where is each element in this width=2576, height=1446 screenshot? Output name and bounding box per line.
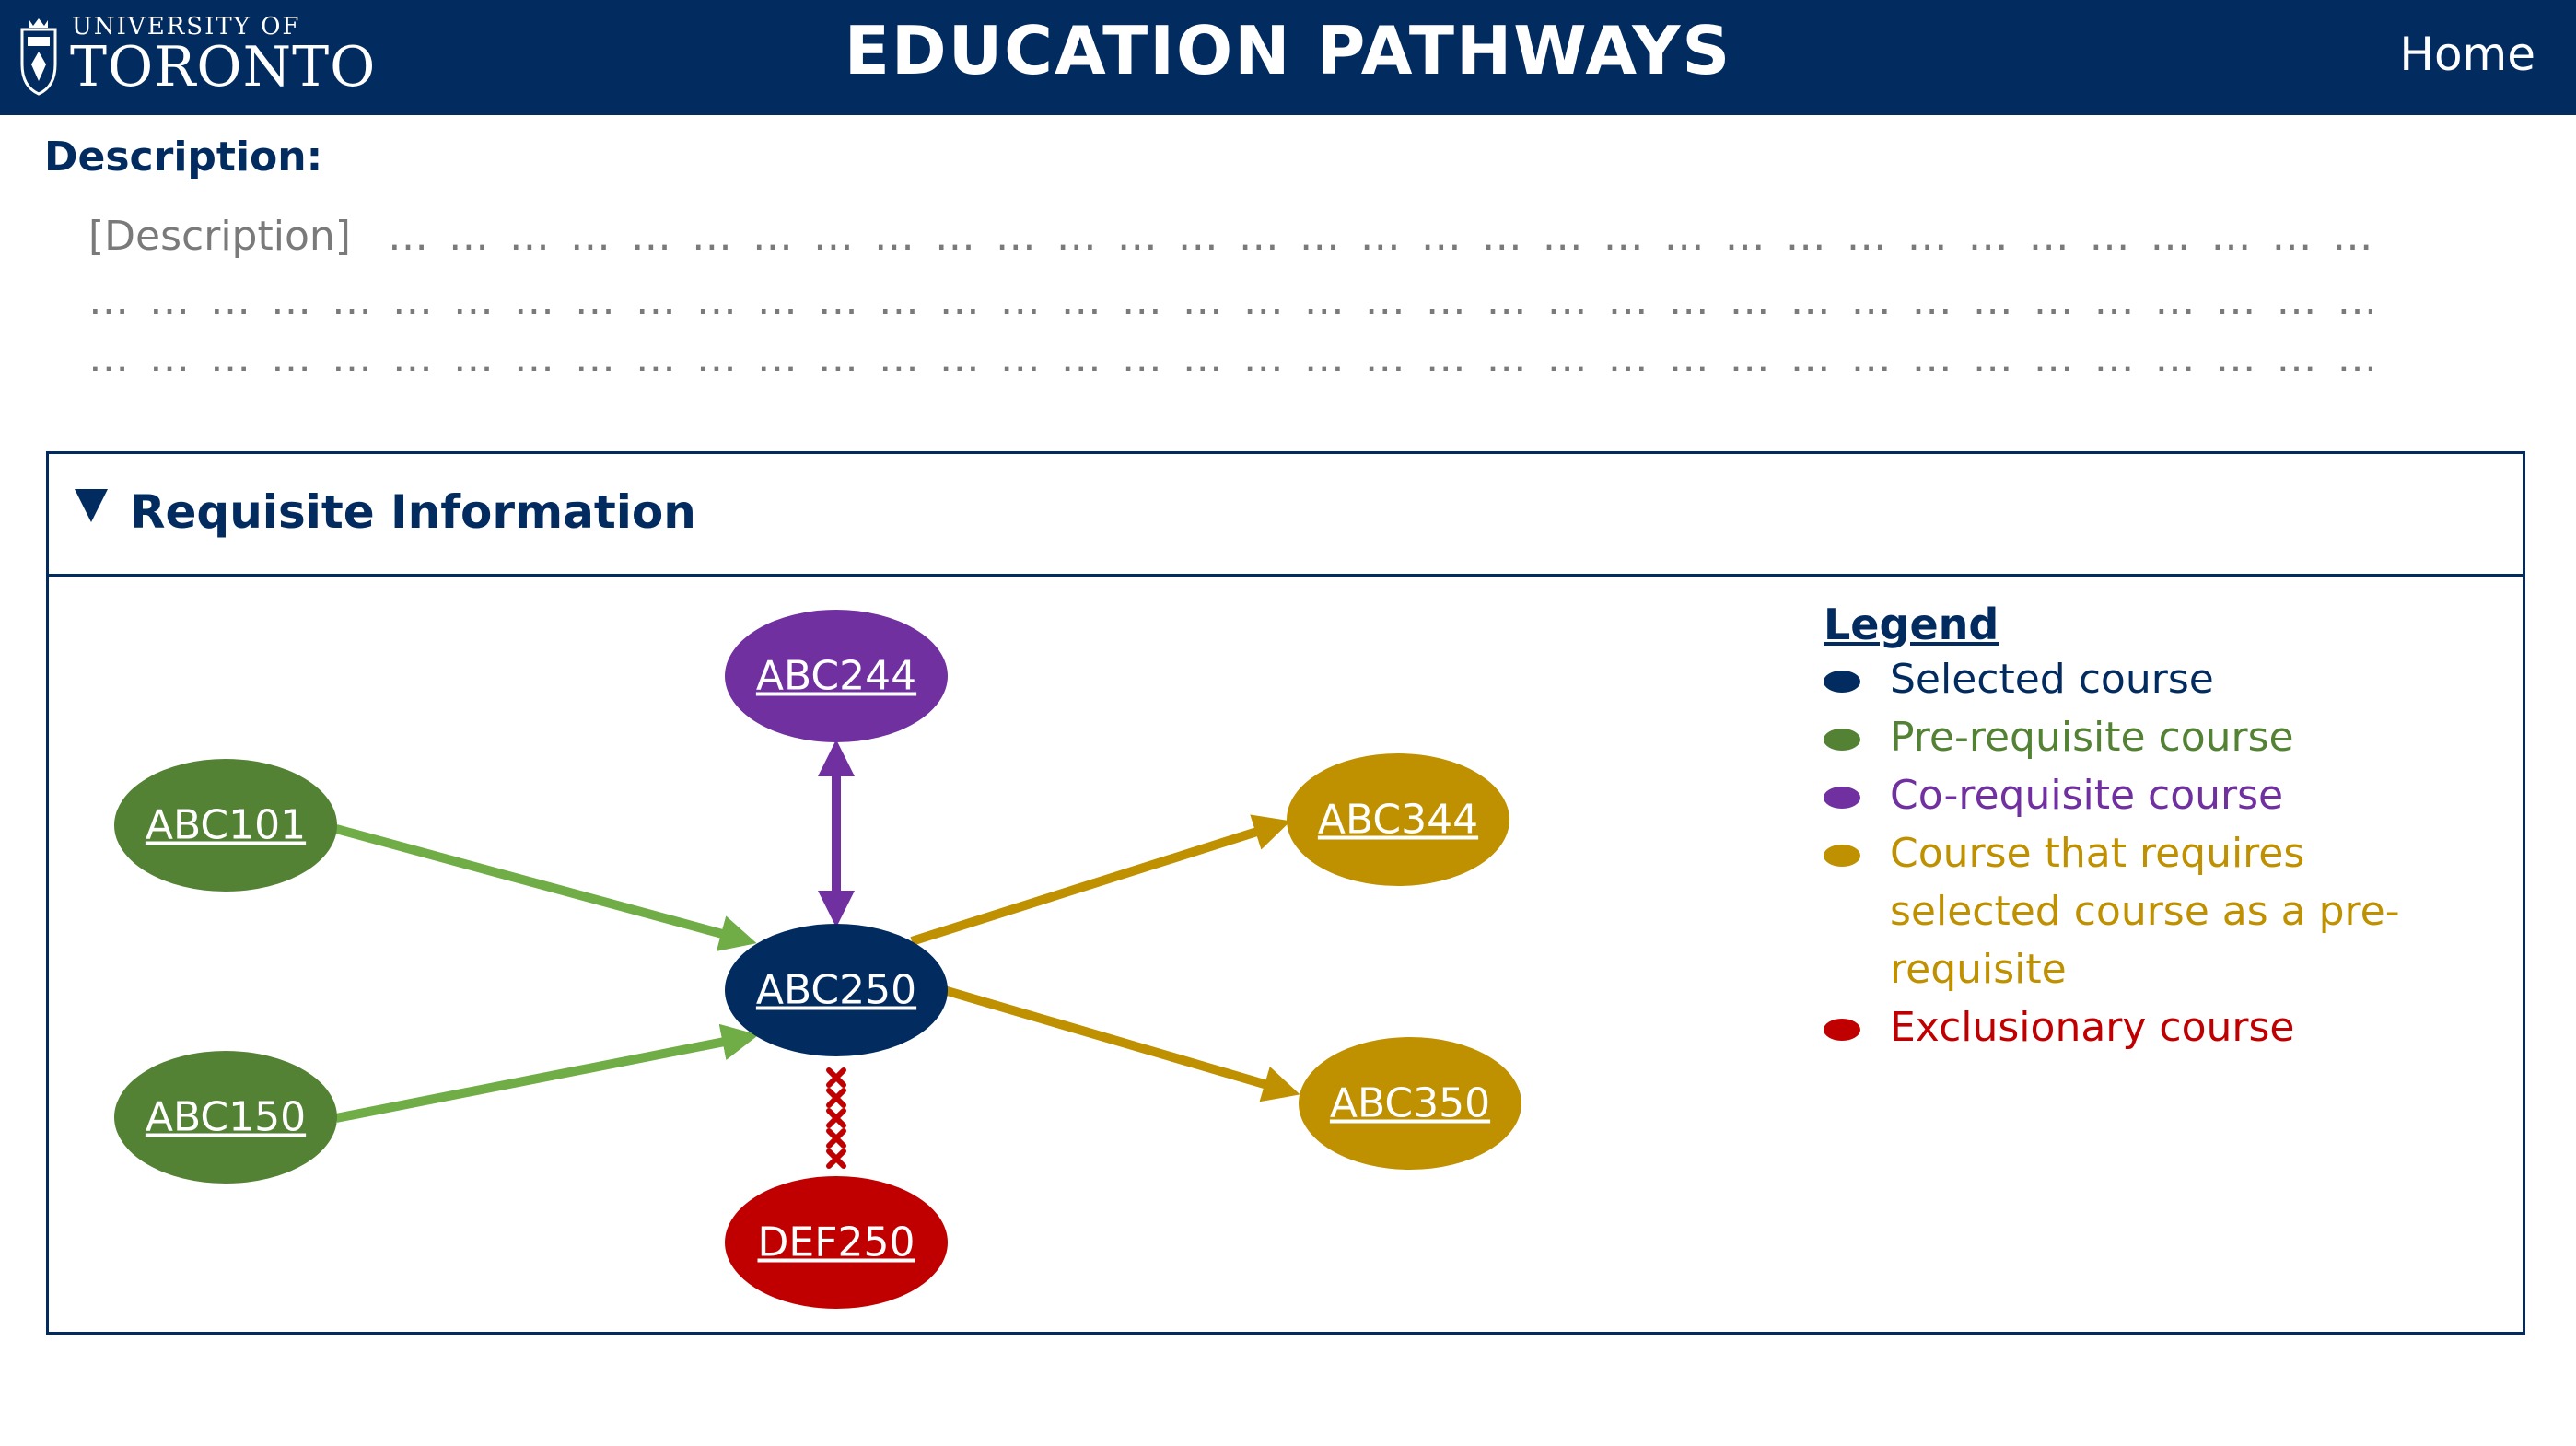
legend-dot-icon	[1824, 1019, 1860, 1041]
edge-abc250-excludes-def250	[826, 1067, 846, 1169]
course-link-abc344[interactable]: ABC344	[1318, 797, 1478, 844]
legend-item-label: Selected course	[1890, 656, 2214, 703]
legend-item-requires-selected: Course that requires selected course as …	[1824, 824, 2479, 998]
course-link-abc250[interactable]: ABC250	[756, 967, 916, 1014]
legend: Legend Selected course Pre-requisite cou…	[1824, 599, 2479, 1056]
course-link-abc350[interactable]: ABC350	[1330, 1080, 1490, 1127]
legend-item-label: Pre-requisite course	[1890, 714, 2294, 761]
edge-abc250-to-abc350	[942, 985, 1300, 1102]
legend-dot-icon	[1824, 729, 1860, 751]
legend-item-label: Co-requisite course	[1890, 772, 2284, 819]
course-link-abc244[interactable]: ABC244	[756, 653, 916, 700]
course-link-def250[interactable]: DEF250	[758, 1219, 915, 1266]
edge-abc250-to-abc344	[910, 814, 1291, 946]
legend-item-selected: Selected course	[1824, 650, 2479, 708]
legend-dot-icon	[1824, 787, 1860, 809]
legend-dot-icon	[1824, 845, 1860, 867]
course-link-abc150[interactable]: ABC150	[146, 1094, 306, 1141]
edge-abc101-to-abc250	[334, 824, 757, 951]
legend-dot-icon	[1824, 671, 1860, 693]
legend-item-prerequisite: Pre-requisite course	[1824, 708, 2479, 766]
legend-item-corequisite: Co-requisite course	[1824, 766, 2479, 824]
legend-item-exclusionary: Exclusionary course	[1824, 998, 2479, 1056]
course-link-abc101[interactable]: ABC101	[146, 802, 306, 849]
legend-item-label: Exclusionary course	[1890, 1004, 2295, 1051]
edge-abc150-to-abc250	[335, 1023, 759, 1123]
legend-title: Legend	[1824, 600, 1999, 649]
legend-item-label: Course that requires selected course as …	[1890, 830, 2400, 993]
